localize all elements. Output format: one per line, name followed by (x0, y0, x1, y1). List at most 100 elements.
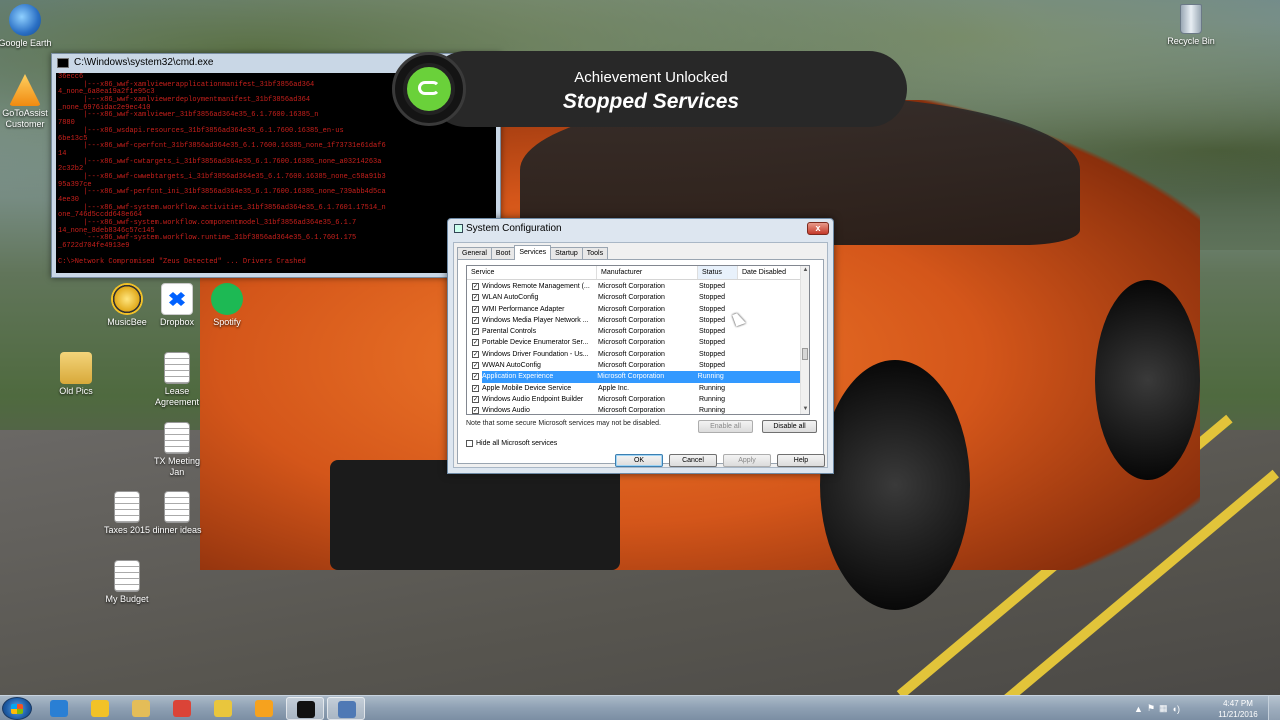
cancel-button[interactable]: Cancel (669, 454, 717, 467)
clock-time: 4:47 PM (1223, 699, 1253, 708)
service-row[interactable]: ✓ Application Experience Microsoft Corpora… (467, 371, 802, 383)
service-manufacturer: Microsoft Corporation (598, 328, 665, 336)
taskbar-button-file-explorer[interactable] (122, 697, 160, 720)
service-row[interactable]: ✓ Windows Driver Foundation - Us... Micros… (467, 349, 801, 360)
achievement-heading: Achievement Unlocked (574, 69, 728, 86)
taskbar-button-chrome[interactable] (163, 697, 201, 720)
cmd-output-line: |---x86_wwf-cwwebtargets_i_31bf3856ad364… (58, 172, 386, 181)
action-center-flag-icon[interactable]: ⚑ (1147, 703, 1155, 714)
services-list[interactable]: Service Manufacturer Status Date Disable… (466, 265, 810, 415)
service-row[interactable]: ✓ Windows Remote Management (... Microsoft… (467, 281, 801, 292)
syscfg-titlebar[interactable]: System Configuration x (448, 219, 833, 239)
desktop-icon-label: MusicBee (107, 317, 147, 327)
service-checkbox[interactable]: ✓ (472, 339, 479, 347)
clock-date: 11/21/2016 (1218, 710, 1258, 719)
column-header-manufacturer[interactable]: Manufacturer (597, 266, 698, 279)
show-desktop-button[interactable] (1268, 696, 1280, 720)
tab-services[interactable]: Services (514, 245, 552, 260)
close-button[interactable]: x (807, 222, 829, 235)
service-checkbox[interactable]: ✓ (472, 305, 479, 313)
document-icon (164, 352, 190, 384)
service-status: Running (699, 384, 726, 392)
cmd-title: C:\Windows\system32\cmd.exe (74, 57, 214, 68)
wallpaper-car-wheel (1095, 280, 1200, 480)
system-configuration-icon (338, 701, 356, 718)
service-checkbox[interactable]: ✓ (472, 316, 479, 324)
service-checkbox[interactable]: ✓ (472, 373, 479, 381)
taskbar-button-internet-explorer[interactable] (40, 697, 78, 720)
disable-all-button[interactable]: Disable all (762, 420, 817, 433)
service-status: Stopped (699, 294, 726, 302)
service-checkbox[interactable]: ✓ (472, 384, 479, 392)
taskbar-button-system-configuration[interactable] (327, 697, 365, 720)
taskbar-clock[interactable]: 4:47 PM 11/21/2016 (1208, 696, 1268, 720)
service-row[interactable]: ✓ WLAN AutoConfig Microsoft Corporation Sto… (467, 292, 801, 303)
musicbee-icon (91, 700, 109, 717)
help-button[interactable]: Help (777, 454, 825, 467)
service-row[interactable]: ✓ Portable Device Enumerator Ser... Micros… (467, 337, 801, 348)
service-checkbox[interactable]: ✓ (472, 328, 479, 336)
service-manufacturer: Microsoft Corporation (598, 350, 665, 358)
service-row[interactable]: ✓ Parental Controls Microsoft Corporation S… (467, 326, 801, 337)
desktop-icon-tx-meeting-jan[interactable]: TX Meeting Jan (142, 422, 212, 478)
desktop-icon-spotify[interactable]: Spotify (192, 283, 262, 328)
service-row[interactable]: ✓ Windows Media Player Network ... Microso… (467, 315, 801, 326)
cmd-output-line: |---x86_wwf-cperfcnt_31bf3856ad364e35_6.… (58, 142, 386, 151)
taskbar-button-help[interactable] (204, 697, 242, 720)
service-status: Stopped (699, 350, 726, 358)
service-checkbox[interactable]: ✓ (472, 407, 479, 414)
scrollbar-thumb[interactable] (802, 348, 808, 360)
service-status: Stopped (699, 362, 726, 370)
system-configuration-window[interactable]: System Configuration x General Boot Servic… (447, 218, 834, 474)
desktop-icon-label: Old Pics (59, 386, 93, 396)
scroll-up-icon[interactable]: ▲ (801, 266, 809, 275)
desktop-icon-my-budget[interactable]: My Budget (92, 560, 162, 605)
service-checkbox[interactable]: ✓ (472, 350, 479, 358)
hide-microsoft-services-checkbox[interactable]: Hide all Microsoft services (466, 440, 557, 447)
help-icon (214, 700, 232, 717)
dropbox-icon (161, 283, 193, 315)
apply-button[interactable]: Apply (723, 454, 771, 467)
service-manufacturer: Microsoft Corporation (598, 294, 665, 302)
column-header-date-disabled[interactable]: Date Disabled (738, 266, 801, 279)
achievement-bar (428, 51, 907, 127)
service-row[interactable]: ✓ Windows Audio Endpoint Builder Microsoft… (467, 394, 801, 405)
taskbar-button-musicbee[interactable] (81, 697, 119, 720)
service-row[interactable]: ✓ WMI Performance Adapter Microsoft Corpor… (467, 304, 801, 315)
desktop-icon-label: Google Earth (0, 38, 52, 48)
service-row[interactable]: ✓ Apple Mobile Device Service Apple Inc. Ru… (467, 383, 801, 394)
services-list-scrollbar[interactable]: ▲ ▼ (800, 266, 809, 414)
service-name: Windows Audio (482, 407, 530, 415)
checkbox-icon[interactable] (466, 440, 473, 447)
enable-all-button[interactable]: Enable all (698, 420, 753, 433)
services-note: Note that some secure Microsoft services… (466, 420, 661, 427)
service-checkbox[interactable]: ✓ (472, 283, 479, 290)
service-row[interactable]: ✓ WWAN AutoConfig Microsoft Corporation Sto… (467, 360, 801, 371)
desktop-icon-lease-agreement[interactable]: Lease Agreement (142, 352, 212, 408)
system-tray: ▲ ⚑ ▦ ◖) (1134, 696, 1180, 720)
service-checkbox[interactable]: ✓ (472, 395, 479, 403)
service-manufacturer: Microsoft Corporation (598, 283, 665, 290)
desktop-icon-old-pics[interactable]: Old Pics (41, 352, 111, 397)
ok-button[interactable]: OK (615, 454, 663, 467)
desktop-icon-google-earth[interactable]: Google Earth (0, 4, 60, 49)
service-name: Windows Remote Management (... (482, 283, 590, 290)
service-name: Apple Mobile Device Service (482, 384, 572, 392)
desktop-icon-recycle-bin[interactable]: Recycle Bin (1156, 4, 1226, 47)
column-header-status[interactable]: Status (698, 266, 738, 279)
start-button[interactable] (2, 697, 32, 720)
column-header-service[interactable]: Service (467, 266, 597, 279)
taskbar-button-gotoassist[interactable] (245, 697, 283, 720)
taskbar-button-cmd[interactable] (286, 697, 324, 720)
scroll-down-icon[interactable]: ▼ (801, 405, 809, 414)
service-checkbox[interactable]: ✓ (472, 362, 479, 370)
folder-icon (60, 352, 92, 384)
recycle-bin-icon (1180, 4, 1202, 34)
service-checkbox[interactable]: ✓ (472, 294, 479, 302)
service-row[interactable]: ✓ Windows Audio Microsoft Corporation Runni… (467, 405, 801, 415)
network-icon[interactable]: ▦ (1159, 703, 1168, 714)
volume-icon[interactable]: ◖) (1172, 704, 1180, 714)
show-hidden-icons-icon[interactable]: ▲ (1134, 704, 1143, 714)
desktop-icon-dinner-ideas[interactable]: dinner ideas (142, 491, 212, 536)
service-name: Application Experience (482, 371, 598, 383)
